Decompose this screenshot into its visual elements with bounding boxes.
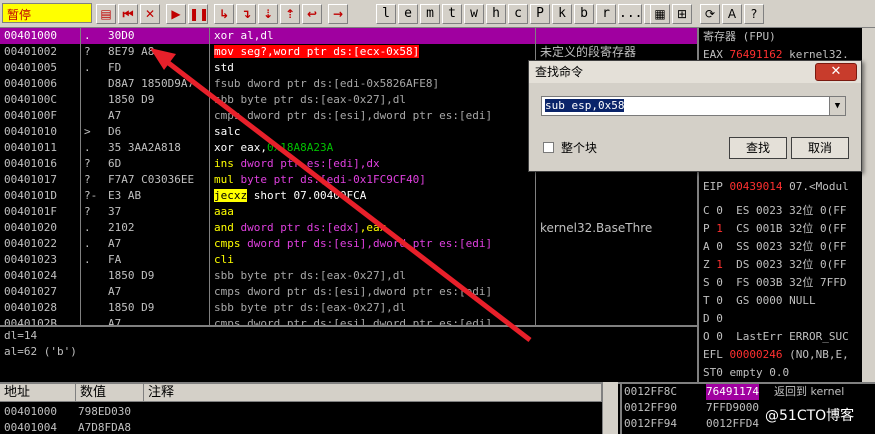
window-button-2[interactable]: m [420,4,440,24]
command-input-value: sub esp,0x58 [545,99,625,112]
cancel-button[interactable]: 取消 [791,137,849,159]
open-icon[interactable]: ▤ [96,4,116,24]
window-button-4[interactable]: w [464,4,484,24]
window-button-6[interactable]: c [508,4,528,24]
goto-icon[interactable]: → [328,4,348,24]
close-icon[interactable]: ✕ [140,4,160,24]
window-button-1[interactable]: e [398,4,418,24]
refresh-icon[interactable]: ⟳ [700,4,720,24]
dialog-title: 查找命令 [529,61,861,83]
execute-till-return-icon[interactable]: ↩ [302,4,322,24]
window-button-10[interactable]: r [596,4,616,24]
whole-block-label: 整个块 [561,141,598,155]
watermark: @51CTO博客 [765,408,855,424]
run-icon[interactable]: ▶ [166,4,186,24]
step-over-icon[interactable]: ↴ [236,4,256,24]
plugin-icon[interactable]: A [722,4,742,24]
chevron-down-icon[interactable]: ▼ [829,97,845,115]
rewind-icon[interactable]: ⏮ [118,4,138,24]
command-input[interactable]: sub esp,0x58 [541,96,846,116]
options-icon[interactable]: ⊞ [672,4,692,24]
trace-into-icon[interactable]: ⇣ [258,4,278,24]
window-button-5[interactable]: h [486,4,506,24]
window-button-3[interactable]: t [442,4,462,24]
grid-icon[interactable]: ▦ [650,4,670,24]
step-into-icon[interactable]: ↳ [214,4,234,24]
pause-icon[interactable]: ❚❚ [188,4,209,24]
find-button[interactable]: 查找 [729,137,787,159]
window-button-0[interactable]: l [376,4,396,24]
close-icon[interactable]: ✕ [815,63,857,81]
whole-block-checkbox[interactable] [543,142,554,153]
window-button-9[interactable]: b [574,4,594,24]
help-icon[interactable]: ? [744,4,764,24]
window-button-11[interactable]: ... [618,4,642,24]
trace-over-icon[interactable]: ⇡ [280,4,300,24]
window-button-8[interactable]: k [552,4,572,24]
window-button-7[interactable]: P [530,4,550,24]
find-command-dialog: 查找命令 ✕ sub esp,0x58 ▼ 整个块 查找 取消 [528,60,862,172]
